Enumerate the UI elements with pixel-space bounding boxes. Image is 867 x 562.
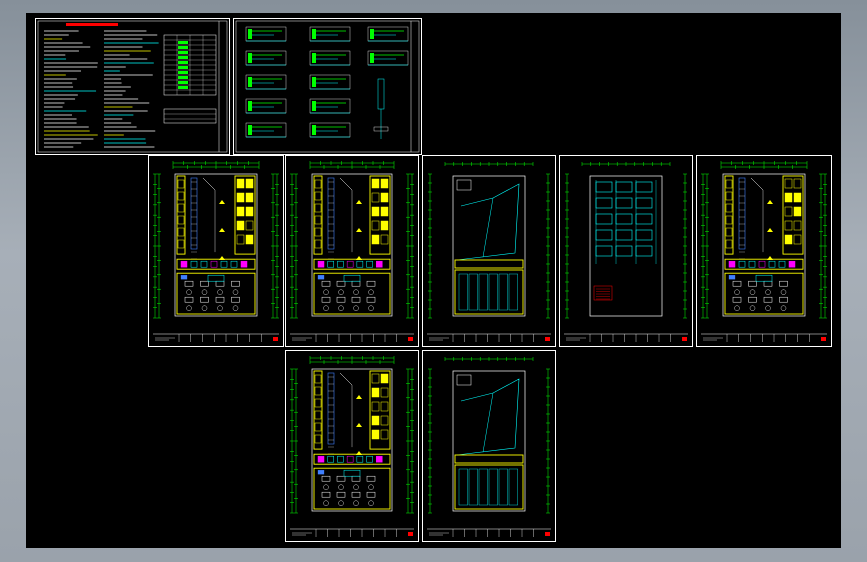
sheet-design-notes[interactable]	[35, 18, 230, 155]
sheet-floor-plan-2[interactable]	[285, 155, 419, 347]
sheet-details[interactable]	[233, 18, 422, 155]
sheet-site-outline-1[interactable]	[422, 155, 556, 347]
sheet-floor-plan-3-drawing	[701, 161, 827, 342]
sheet-site-outline-2[interactable]	[422, 350, 556, 542]
sheet-details-drawing	[235, 20, 420, 153]
sheet-site-outline-2-drawing	[427, 357, 551, 537]
sheet-grid-plan-drawing	[564, 162, 688, 342]
sheet-grid-plan[interactable]	[559, 155, 693, 347]
sheet-floor-plan-2-drawing	[290, 161, 414, 342]
sheet-design-notes-drawing	[37, 20, 228, 153]
sheet-floor-plan-1[interactable]	[148, 155, 284, 347]
sheet-floor-plan-4-drawing	[290, 356, 414, 537]
sheet-floor-plan-1-drawing	[153, 161, 279, 342]
sheet-floor-plan-4[interactable]	[285, 350, 419, 542]
sheet-floor-plan-3[interactable]	[696, 155, 832, 347]
sheet-site-outline-1-drawing	[427, 162, 551, 342]
cad-model-space[interactable]	[26, 13, 841, 548]
